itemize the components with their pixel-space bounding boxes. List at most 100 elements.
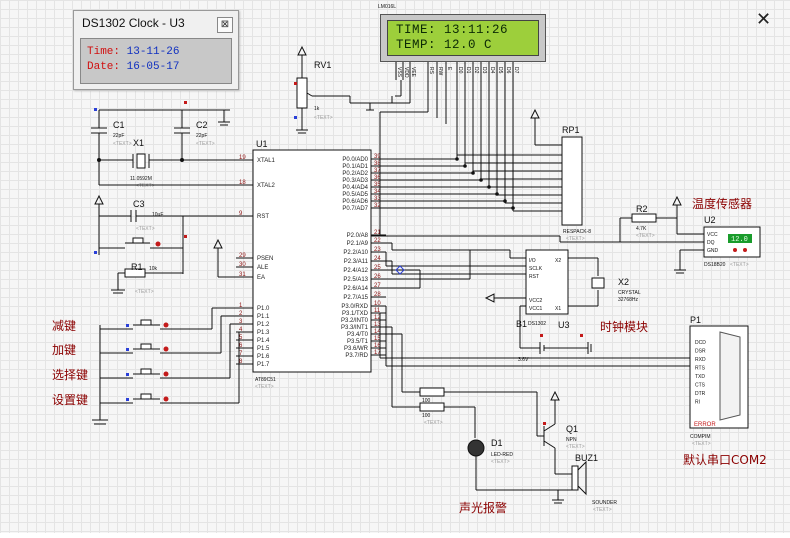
- u3-ds1302[interactable]: I/O SCLK RST VCC2 VCC1 X2 X1 DS1302 U3: [525, 249, 570, 330]
- lcd-pin-label: D3: [481, 67, 487, 74]
- x2-crystal[interactable]: X2 CRYSTAL 32768Hz: [591, 277, 641, 303]
- u1-part: AT89C51: [255, 377, 276, 383]
- u1-pin-name: P0.6/AD6: [342, 199, 368, 205]
- buz1-text-tag: <TEXT>: [593, 507, 612, 513]
- u3-part: DS1302: [528, 321, 546, 327]
- u2-part: DS18B20: [704, 262, 726, 268]
- popup-screen: Time: 13-11-26 Date: 16-05-17: [80, 38, 232, 84]
- u1-pin-name: XTAL1: [257, 158, 276, 164]
- rv1-ref: RV1: [314, 60, 331, 70]
- u1-pin-num: 30: [239, 262, 246, 268]
- u1-pin-name: P2.0/A8: [347, 233, 369, 239]
- u1-ref: U1: [256, 139, 268, 149]
- x1-value: 11.0592M: [130, 176, 152, 182]
- u3-ref: U3: [558, 320, 570, 330]
- q1-part: NPN: [566, 437, 577, 443]
- u2-ref: U2: [704, 215, 716, 225]
- u1-pin-name: P3.6/WR: [344, 346, 369, 352]
- r2-ref: R2: [636, 204, 648, 214]
- q1-transistor[interactable]: Q1 NPN <TEXT>: [537, 408, 585, 450]
- u1-pin-name: P1.3: [257, 330, 270, 336]
- u1-pin-name: P0.7/AD7: [342, 206, 368, 212]
- r100b-resistor[interactable]: 100 <TEXT>: [419, 402, 445, 426]
- u1-pin-name: RST: [257, 214, 269, 220]
- u2-display: 12.0: [731, 236, 748, 244]
- r100b-value: 100: [422, 413, 431, 419]
- button-label: 减键: [52, 319, 76, 333]
- p1-text-tag: <TEXT>: [692, 441, 711, 447]
- reset-button[interactable]: [99, 237, 183, 249]
- c3-capacitor[interactable]: C3 10uF <TEXT>: [99, 199, 253, 232]
- x1-crystal[interactable]: X1 11.0592M <TEXT>: [130, 138, 155, 189]
- p1-pin-label: RI: [695, 400, 700, 406]
- rp1-text-tag: <TEXT>: [566, 236, 585, 242]
- lcd-pin-label: E: [446, 67, 452, 71]
- lcd-pin-label: D1: [465, 67, 471, 74]
- rv1-text-tag: <TEXT>: [314, 115, 333, 121]
- popup-title: DS1302 Clock - U3: [82, 16, 185, 30]
- lcd-pin-label: RW: [437, 67, 443, 76]
- button-1[interactable]: 减键: [52, 307, 236, 333]
- u1-pin-name: P2.5/A13: [343, 277, 368, 283]
- button-label: 加键: [52, 343, 76, 357]
- r2-resistor[interactable]: R2 4.7K <TEXT>: [631, 204, 657, 239]
- vcc-arrow-u3: [484, 293, 495, 303]
- p1-error: ERROR: [694, 422, 716, 428]
- c3-value: 10uF: [152, 212, 163, 218]
- u3-pin-io: I/O: [529, 258, 536, 264]
- p1-compim[interactable]: DCDDSRRXDRTSTXDCTSDTRRI ERROR P1 COMPIM …: [689, 315, 749, 447]
- c1-capacitor[interactable]: C1 22pF <TEXT>: [91, 110, 132, 160]
- vcc-arrow-r2: [672, 195, 682, 206]
- x2-part: CRYSTAL: [618, 290, 641, 296]
- rp1-resistor-pack[interactable]: RP1 RESPACK-8 <TEXT>: [561, 125, 591, 242]
- b1-battery[interactable]: B1 3.6V: [516, 319, 588, 363]
- c2-capacitor[interactable]: C2 22pF <TEXT>: [174, 110, 215, 160]
- d1-ref: D1: [491, 438, 503, 448]
- time-value: 13-11-26: [126, 46, 180, 58]
- c1-ref: C1: [113, 120, 125, 130]
- u1-pin-name: P3.3/INT1: [341, 325, 369, 331]
- d1-text-tag: <TEXT>: [491, 459, 510, 465]
- c2-value: 22pF: [196, 133, 207, 139]
- u3-pin-x2: X2: [555, 258, 561, 264]
- buz1-buzzer[interactable]: BUZ1 SOUNDER <TEXT>: [571, 453, 617, 513]
- vcc-arrow-ea: [213, 238, 223, 249]
- r2-value: 4.7K: [636, 226, 647, 232]
- c2-ref: C2: [196, 120, 208, 130]
- u1-microcontroller[interactable]: U1 AT89C51 <TEXT> XTAL119XTAL218RST9PSEN…: [236, 139, 386, 390]
- u2-ds18b20[interactable]: 12.0 VCC DQ GND U2 DS18B20 <TEXT>: [703, 215, 761, 268]
- q1-text-tag: <TEXT>: [566, 444, 585, 450]
- lcd-pin-label: VSS: [396, 67, 402, 78]
- r1-resistor[interactable]: R1 10k <TEXT>: [118, 262, 183, 295]
- date-value: 16-05-17: [126, 61, 180, 73]
- r1-ref: R1: [131, 262, 143, 272]
- vcc-arrow-rp1: [530, 108, 540, 119]
- u3-pin-sclk: SCLK: [529, 266, 543, 272]
- lcd-line2: TEMP: 12.0 C: [396, 38, 493, 52]
- c1-value: 22pF: [113, 133, 124, 139]
- lcd-pin-label: D0: [457, 67, 463, 74]
- u1-pin-num: 29: [239, 253, 246, 259]
- alarm-label: 声光报警: [459, 500, 507, 515]
- u1-pin-name: PSEN: [257, 256, 273, 262]
- lcd-display[interactable]: TIME: 13:11:26 TEMP: 12.0 C: [380, 14, 546, 62]
- schematic-canvas[interactable]: U1 AT89C51 <TEXT> XTAL1 19 XTAL2 18 RST 9 PSEN…: [0, 0, 790, 533]
- x2-ref: X2: [618, 277, 629, 287]
- ds1302-popup-window[interactable]: DS1302 Clock - U3 ⊠ Time: 13-11-26 Date:…: [73, 10, 239, 90]
- d1-led[interactable]: D1 LED-RED <TEXT>: [467, 438, 513, 465]
- r100b-text-tag: <TEXT>: [424, 420, 443, 426]
- lcd-pin-label: D4: [489, 67, 495, 74]
- popup-close-button[interactable]: ⊠: [217, 17, 233, 33]
- rv1-potentiometer[interactable]: RV1 1k <TEXT>: [294, 60, 333, 121]
- u3-pin-x1: X1: [555, 306, 561, 312]
- lcd-pin-label: D6: [505, 67, 511, 74]
- p1-pin-label: RTS: [695, 366, 706, 372]
- lcd-pin-label: D2: [473, 67, 479, 74]
- r2-text-tag: <TEXT>: [636, 233, 655, 239]
- window-close-icon[interactable]: ✕: [756, 10, 771, 28]
- b1-ref: B1: [516, 319, 527, 329]
- rv1-value: 1k: [314, 106, 320, 112]
- u2-text-tag: <TEXT>: [730, 262, 749, 268]
- u1-pin-name: P0.5/AD5: [342, 192, 368, 198]
- u1-pin-name: P3.1/TXD: [342, 311, 369, 317]
